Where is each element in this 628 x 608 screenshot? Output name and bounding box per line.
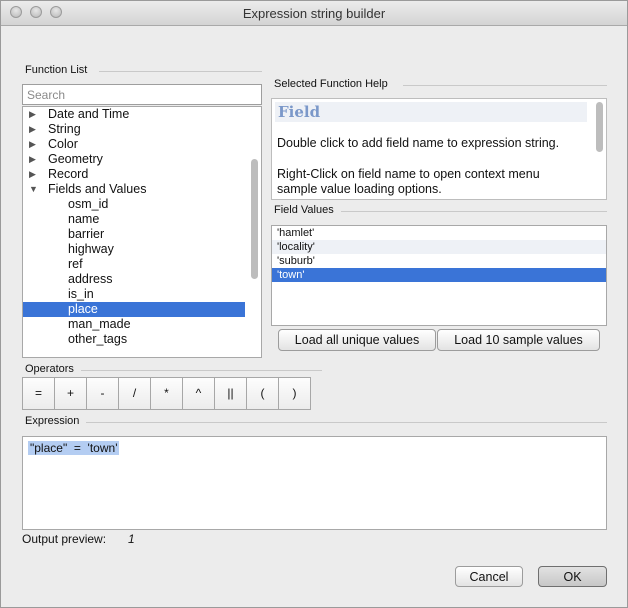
function-search-input[interactable] — [22, 84, 262, 105]
tree-item-label: Date and Time — [48, 107, 130, 121]
help-heading: Field — [275, 102, 587, 122]
function-group-item[interactable]: ▶ Date and Time — [23, 107, 261, 122]
tree-item-label: is_in — [68, 287, 94, 301]
function-group-item[interactable]: ▶ Record — [23, 167, 261, 182]
tree-item-label: osm_id — [68, 197, 109, 211]
function-group-item[interactable]: ▼ Fields and Values — [23, 182, 261, 197]
tree-item-label: other_tags — [68, 332, 128, 346]
field-item[interactable]: address — [23, 272, 261, 287]
disclosure-collapsed-icon[interactable]: ▶ — [29, 137, 36, 152]
function-help-panel: Field Double click to add field name to … — [271, 98, 607, 200]
function-group-item[interactable]: ▶ String — [23, 122, 261, 137]
field-item[interactable]: ref — [23, 257, 261, 272]
operators-label: Operators — [25, 363, 74, 375]
tree-item-label: barrier — [68, 227, 105, 241]
operator-multiply-button[interactable]: * — [150, 377, 183, 410]
load-sample-values-button[interactable]: Load 10 sample values — [437, 329, 600, 351]
field-value-item[interactable]: 'suburb' — [272, 254, 606, 268]
disclosure-collapsed-icon[interactable]: ▶ — [29, 107, 36, 122]
field-item[interactable]: place — [23, 302, 245, 317]
tree-item-label: String — [48, 122, 81, 136]
field-values-list[interactable]: 'hamlet''locality''suburb''town' — [271, 225, 607, 326]
field-item[interactable]: barrier — [23, 227, 261, 242]
field-item[interactable]: other_tags — [23, 332, 261, 347]
cancel-button[interactable]: Cancel — [455, 566, 523, 587]
operator-divide-button[interactable]: / — [118, 377, 151, 410]
output-preview-label: Output preview: — [22, 532, 107, 546]
tree-item-label: highway — [68, 242, 114, 256]
tree-item-label: address — [68, 272, 113, 286]
field-item[interactable]: osm_id — [23, 197, 261, 212]
field-item[interactable]: name — [23, 212, 261, 227]
help-scrollbar[interactable] — [596, 102, 603, 152]
field-value-item[interactable]: 'hamlet' — [272, 226, 606, 240]
tree-item-label: name — [68, 212, 100, 226]
field-value-item[interactable]: 'town' — [272, 268, 606, 282]
expression-text[interactable]: "place" = 'town' — [28, 441, 120, 455]
function-list-separator — [99, 71, 262, 72]
tree-item-label: Geometry — [48, 152, 103, 166]
operator-power-button[interactable]: ^ — [182, 377, 215, 410]
field-value-item[interactable]: 'locality' — [272, 240, 606, 254]
operators-separator — [81, 370, 322, 371]
disclosure-collapsed-icon[interactable]: ▶ — [29, 167, 36, 182]
field-values-separator — [341, 211, 607, 212]
expression-label: Expression — [25, 415, 80, 427]
function-list-label: Function List — [25, 64, 88, 76]
field-values-label: Field Values — [274, 204, 334, 216]
disclosure-expanded-icon[interactable]: ▼ — [29, 182, 38, 197]
function-group-item[interactable]: ▶ Color — [23, 137, 261, 152]
operator-equals-button[interactable]: = — [22, 377, 55, 410]
ok-button[interactable]: OK — [538, 566, 607, 587]
title-bar: Expression string builder — [1, 1, 627, 26]
tree-item-label: Fields and Values — [48, 182, 147, 196]
tree-item-label: ref — [68, 257, 83, 271]
tree-item-label: Record — [48, 167, 89, 181]
operator-minus-button[interactable]: - — [86, 377, 119, 410]
help-line-3: sample value loading options. — [277, 182, 442, 196]
help-line-2: Right-Click on field name to open contex… — [277, 167, 540, 181]
tree-item-label: Color — [48, 137, 78, 151]
help-line-1: Double click to add field name to expres… — [277, 136, 560, 150]
expression-separator — [86, 422, 607, 423]
operator-open-paren-button[interactable]: ( — [246, 377, 279, 410]
field-item[interactable]: is_in — [23, 287, 261, 302]
function-tree-scrollbar[interactable] — [251, 159, 258, 279]
load-all-values-button[interactable]: Load all unique values — [278, 329, 436, 351]
function-tree[interactable]: ▶ Date and Time ▶ String ▶ Color ▶ Geometry ▶ Rec… — [22, 106, 262, 358]
window-title: Expression string builder — [242, 6, 386, 21]
field-item[interactable]: man_made — [23, 317, 261, 332]
expression-editor[interactable]: "place" = 'town' — [22, 436, 607, 530]
operator-plus-button[interactable]: + — [54, 377, 87, 410]
function-help-label: Selected Function Help — [274, 78, 388, 90]
disclosure-collapsed-icon[interactable]: ▶ — [29, 122, 36, 137]
function-help-separator — [403, 85, 607, 86]
field-item[interactable]: highway — [23, 242, 261, 257]
disclosure-collapsed-icon[interactable]: ▶ — [29, 152, 36, 167]
operator-concat-button[interactable]: || — [214, 377, 247, 410]
operator-buttons: = + - / * ^ ||() — [22, 377, 311, 410]
output-preview-value: 1 — [128, 532, 135, 546]
operator-close-paren-button[interactable]: ) — [278, 377, 311, 410]
tree-item-label: place — [68, 302, 98, 316]
tree-item-label: man_made — [68, 317, 131, 331]
function-group-item[interactable]: ▶ Geometry — [23, 152, 261, 167]
expression-builder-window: Expression string builder Function List … — [0, 0, 628, 608]
